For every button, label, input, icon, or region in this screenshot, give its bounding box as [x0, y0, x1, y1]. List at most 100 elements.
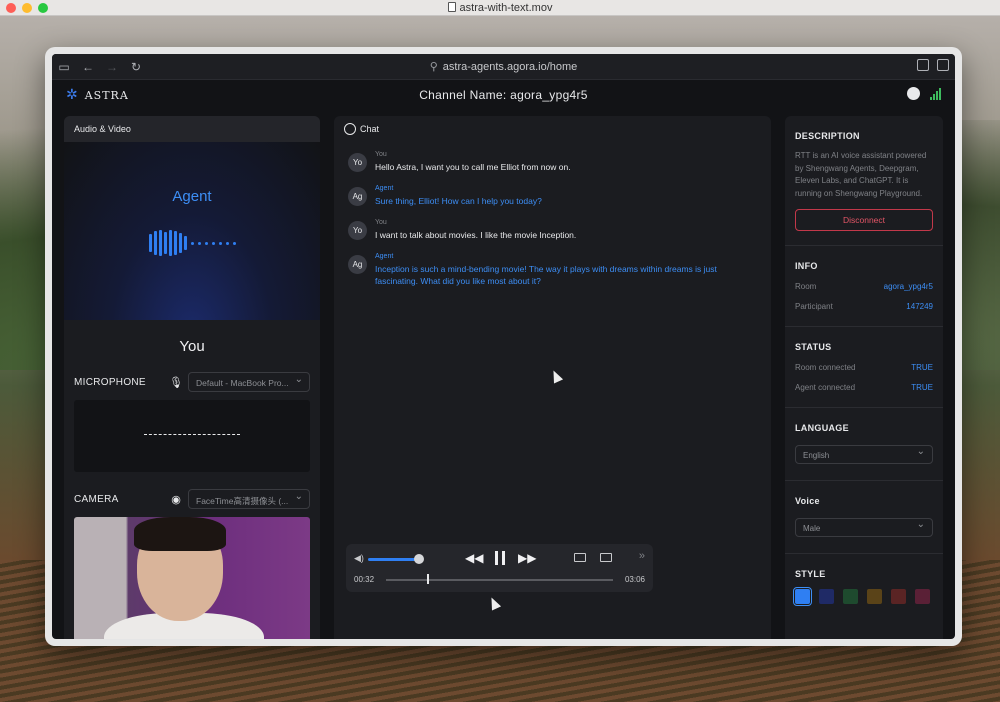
reader-icon[interactable]: [917, 59, 929, 71]
message-text: Sure thing, Elliot! How can I help you t…: [375, 196, 542, 206]
description-section: DESCRIPTION RTT is an AI voice assistant…: [785, 116, 943, 246]
pause-button[interactable]: [495, 551, 505, 565]
description-text: RTT is an AI voice assistant powered by …: [795, 151, 927, 198]
network-signal-icon: [930, 87, 941, 100]
microphone-waveform: [74, 400, 310, 472]
quicktime-title: astra-with-text.mov: [0, 2, 1000, 14]
browser-window: ▭ ← → ↻ ⚲ astra-agents.agora.io/home ✲ AST…: [45, 47, 962, 646]
volume-slider[interactable]: [368, 558, 419, 561]
quicktime-title-bar: astra-with-text.mov: [0, 0, 1000, 16]
link-icon: ⚲: [429, 61, 438, 73]
browser-viewport: ▭ ← → ↻ ⚲ astra-agents.agora.io/home ✲ AST…: [52, 54, 955, 639]
room-value: agora_ypg4r5: [883, 282, 933, 291]
chat-message: Yo You Hello Astra, I want you to call me…: [334, 151, 771, 173]
quicktime-filename: astra-with-text.mov: [459, 2, 553, 14]
current-time: 00:32: [354, 575, 375, 584]
microphone-label: MICROPHONE: [74, 376, 146, 388]
picture-in-picture-icon[interactable]: [600, 553, 612, 562]
audio-video-title: Audio & Video: [64, 116, 320, 142]
style-swatch[interactable]: [793, 587, 812, 606]
chat-icon: [344, 123, 356, 135]
main-content: Audio & Video Agent You MICROPHONE 🎙 Def…: [64, 116, 943, 639]
microphone-row: MICROPHONE 🎙 Default - MacBook Pro...: [74, 372, 310, 392]
settings-panel: DESCRIPTION RTT is an AI voice assistant…: [785, 116, 943, 639]
rewind-icon[interactable]: ◀◀: [465, 551, 483, 565]
room-connected-row: Room connected TRUE: [795, 363, 933, 372]
volume-knob[interactable]: [414, 554, 424, 564]
share-icon[interactable]: »: [639, 550, 645, 562]
chat-title: Chat: [360, 124, 380, 134]
chat-message: Ag Agent Sure thing, Elliot! How can I he…: [334, 185, 771, 207]
message-text: I want to talk about movies. I like the …: [375, 230, 577, 240]
disconnect-button[interactable]: Disconnect: [795, 209, 933, 231]
agent-connected-value: TRUE: [911, 383, 933, 392]
room-label: Room: [795, 282, 817, 291]
agent-audio-waveform: [149, 230, 236, 256]
participant-value: 147249: [906, 302, 933, 311]
language-select[interactable]: English: [795, 445, 933, 464]
camera-select[interactable]: FaceTime高清摄像头 (...: [188, 489, 310, 509]
split-view-icon[interactable]: [937, 59, 949, 71]
agent-label: Agent: [172, 188, 212, 205]
room-connected-label: Room connected: [795, 363, 856, 372]
style-title: STYLE: [795, 569, 826, 579]
fast-forward-icon[interactable]: ▶▶: [518, 551, 536, 565]
description-title: DESCRIPTION: [795, 131, 860, 141]
channel-name: Channel Name: agora_ypg4r5: [52, 88, 955, 102]
room-connected-value: TRUE: [911, 363, 933, 372]
media-player-controls: ◀) ◀◀ ▶▶ » 00:32 03:06: [346, 544, 653, 592]
chat-message: Ag Agent Inception is such a mind-bending…: [334, 253, 771, 287]
toolbar-right: [917, 59, 949, 71]
voice-section: Voice Male: [785, 481, 943, 554]
mouse-cursor: [548, 368, 564, 384]
browser-toolbar: ▭ ← → ↻ ⚲ astra-agents.agora.io/home: [52, 54, 955, 80]
camera-label: CAMERA: [74, 493, 119, 505]
avatar: Yo: [348, 221, 367, 240]
voice-title: Voice: [795, 496, 820, 506]
document-icon: [447, 2, 456, 12]
style-swatch[interactable]: [915, 589, 930, 604]
header-right: [907, 87, 941, 100]
style-swatch[interactable]: [867, 589, 882, 604]
address-bar[interactable]: ⚲ astra-agents.agora.io/home: [52, 60, 955, 73]
message-sender: Agent: [375, 185, 394, 192]
total-time: 03:06: [624, 575, 645, 584]
avatar: Ag: [348, 187, 367, 206]
app-header: ✲ ASTRA Channel Name: agora_ypg4r5: [52, 80, 955, 110]
style-section: STYLE: [785, 554, 943, 606]
volume-icon[interactable]: ◀): [354, 553, 364, 564]
camera-person-hair: [134, 517, 226, 551]
camera-icon[interactable]: ◉: [164, 493, 188, 506]
message-sender: Agent: [375, 253, 394, 260]
chat-message: Yo You I want to talk about movies. I lik…: [334, 219, 771, 241]
microphone-select[interactable]: Default - MacBook Pro...: [188, 372, 310, 392]
camera-preview: [74, 517, 310, 639]
language-section: LANGUAGE English: [785, 408, 943, 481]
seek-bar[interactable]: [386, 579, 613, 581]
channel-label: Channel Name:: [419, 88, 507, 102]
style-swatch[interactable]: [843, 589, 858, 604]
seek-playhead[interactable]: [426, 574, 429, 584]
voice-select[interactable]: Male: [795, 518, 933, 537]
channel-value: agora_ypg4r5: [510, 88, 588, 102]
you-label: You: [179, 338, 205, 355]
agent-connected-row: Agent connected TRUE: [795, 383, 933, 392]
participant-row: Participant 147249: [795, 302, 933, 311]
style-swatch[interactable]: [891, 589, 906, 604]
message-sender: You: [375, 151, 387, 158]
audio-video-panel: Audio & Video Agent You MICROPHONE 🎙 Def…: [64, 116, 320, 639]
chat-panel: Chat Yo You Hello Astra, I want you to ca…: [334, 116, 771, 639]
chat-title-row: Chat: [334, 116, 771, 142]
url-text: astra-agents.agora.io/home: [442, 61, 578, 73]
agent-visualizer: Agent: [64, 142, 320, 320]
info-section: INFO Room agora_ypg4r5 Participant 147249: [785, 246, 943, 327]
style-swatch[interactable]: [819, 589, 834, 604]
microphone-icon[interactable]: 🎙: [164, 376, 188, 389]
message-sender: You: [375, 219, 387, 226]
avatar: Ag: [348, 255, 367, 274]
github-icon[interactable]: [907, 87, 920, 100]
airplay-icon[interactable]: [574, 553, 586, 562]
message-text: Hello Astra, I want you to call me Ellio…: [375, 162, 571, 172]
status-section: STATUS Room connected TRUE Agent connecte…: [785, 327, 943, 408]
status-title: STATUS: [795, 342, 832, 352]
